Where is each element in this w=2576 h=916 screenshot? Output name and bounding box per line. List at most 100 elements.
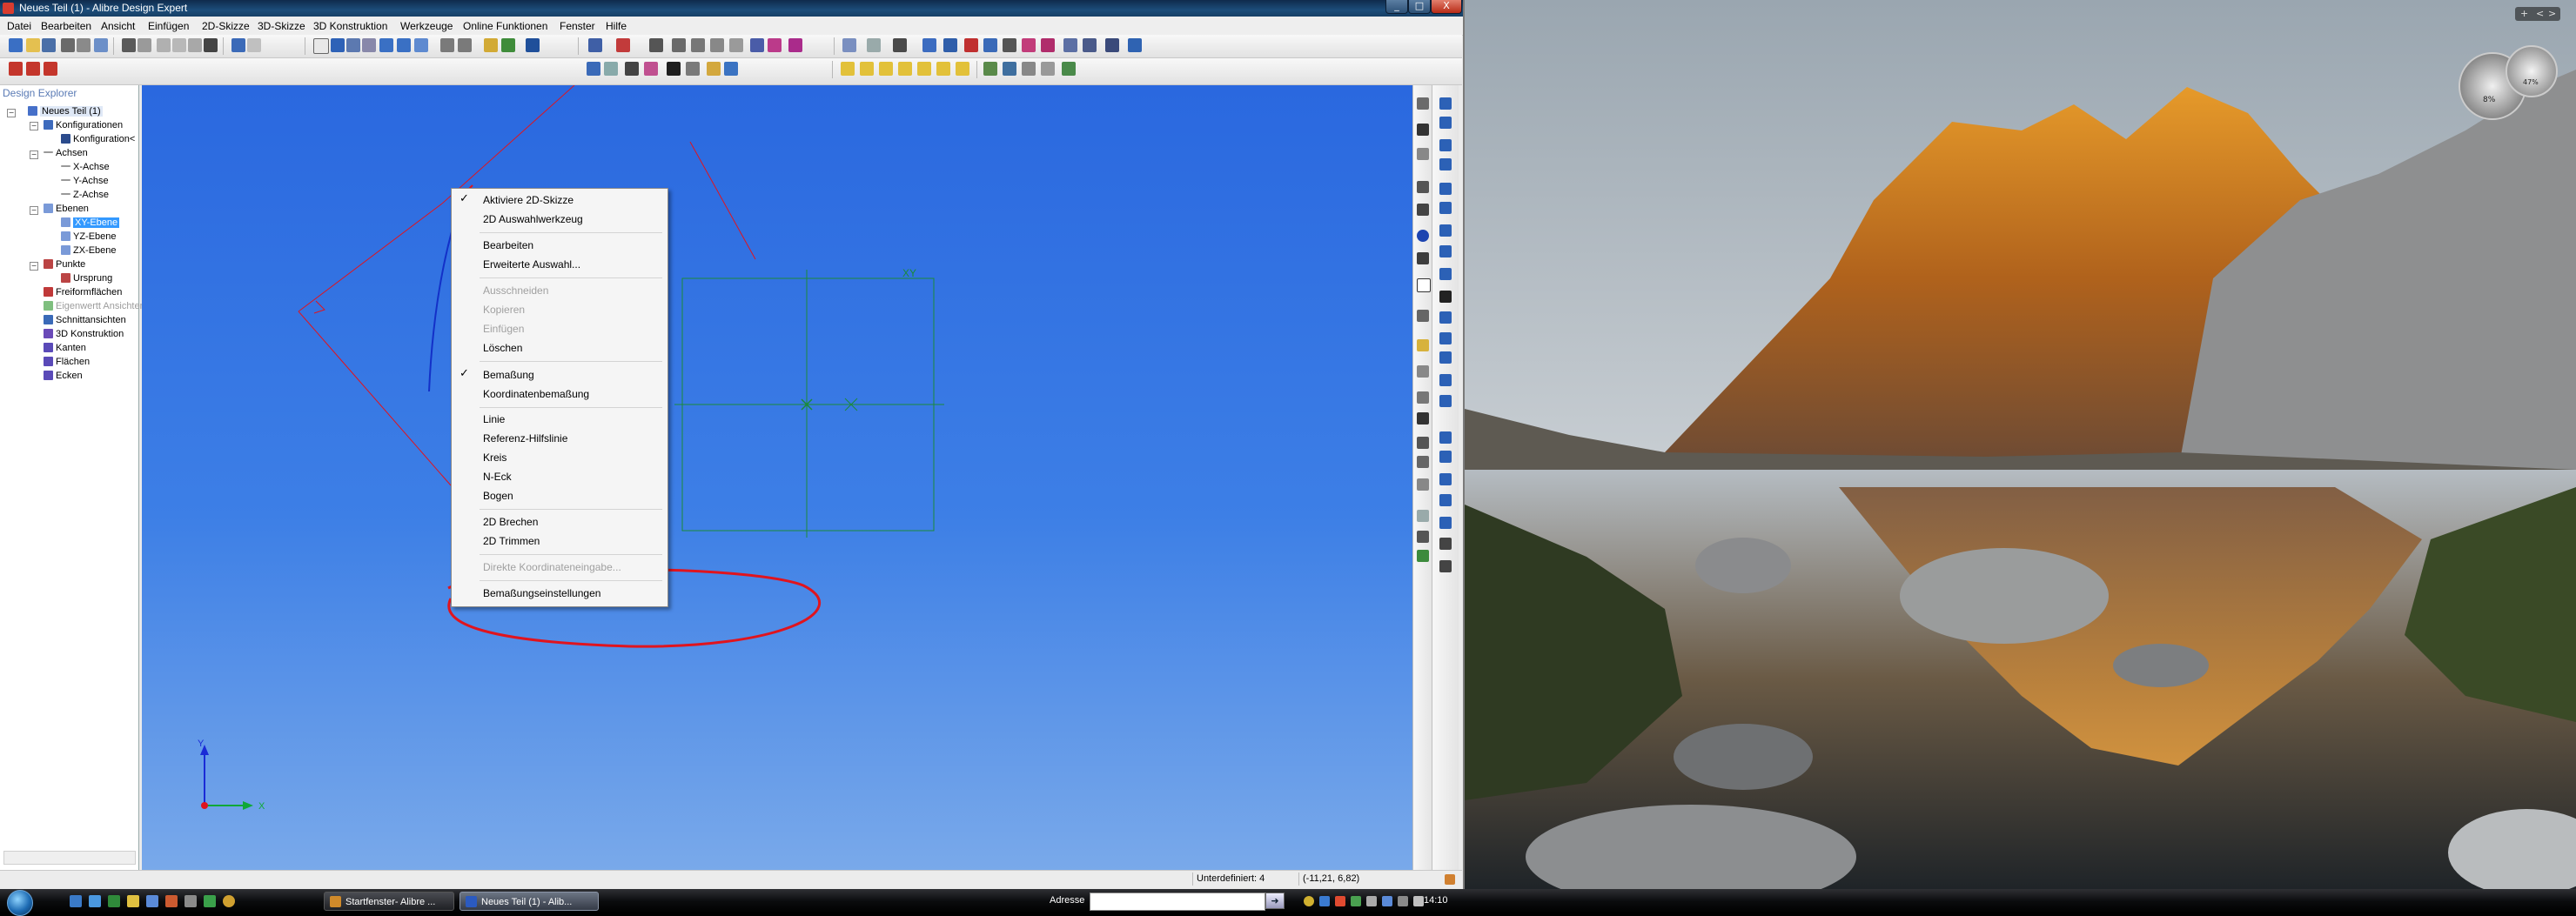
copy-icon[interactable] [172,38,186,52]
part-combine-icon[interactable] [879,62,893,76]
tree-node-views[interactable]: Eigenwertt Ansichten [44,300,145,312]
draft-icon[interactable] [1439,374,1452,386]
quicklaunch-app-icon[interactable] [184,895,197,907]
loft-boss-icon[interactable] [1439,158,1452,170]
tray-power-icon[interactable] [1398,896,1408,906]
menu-item-2d-select-tool[interactable]: 2D Auswahlwerkzeug [483,211,583,227]
tree-node-z-axis[interactable]: Z-Achse [61,189,109,201]
sketch-point-icon[interactable] [1417,124,1429,136]
part-copy-icon[interactable] [936,62,950,76]
menu-item-dimension-settings[interactable]: Bemaßungseinstellungen [483,585,600,601]
plane-icon[interactable] [1439,451,1452,463]
tree-node-x-axis[interactable]: X-Achse [61,161,110,173]
measure-distance-icon[interactable] [983,62,997,76]
menu-item-direct-coordinate-input[interactable]: Direkte Koordinateneingabe... [483,559,621,575]
sketch-chamfer-icon[interactable] [768,38,782,52]
taskbar-button-start-window[interactable]: Startfenster- Alibre ... [324,892,454,911]
quicklaunch-app-icon[interactable] [165,895,178,907]
collapse-toggle[interactable]: − [30,150,38,159]
sketch-copy-icon[interactable] [672,38,686,52]
sketch-arc-icon[interactable] [1417,252,1429,264]
tree-node-planes[interactable]: Ebenen [44,203,89,215]
menu-item-line[interactable]: Linie [483,411,505,427]
sketch-extend-icon[interactable] [686,62,700,76]
menu-item-polygon[interactable]: N-Eck [483,469,512,485]
quicklaunch-app-icon[interactable] [204,895,216,907]
close-button[interactable]: X [1431,0,1462,14]
export-icon[interactable] [26,62,40,76]
feature-cut-icon[interactable] [964,38,978,52]
part-scale-icon[interactable] [898,62,912,76]
menu-datei[interactable]: Datei [7,20,31,32]
open-folder-icon[interactable] [26,38,40,52]
sketch-delete-icon[interactable] [1417,412,1429,425]
previous-gadget-button[interactable]: < [2536,7,2544,21]
feature-loft-icon[interactable] [1003,38,1016,52]
view-box-icon[interactable] [867,38,881,52]
shell-icon[interactable] [1439,351,1452,364]
tree-node-part[interactable]: Neues Teil (1) [28,105,103,117]
sketch-polyline-icon[interactable] [1417,204,1429,216]
revolve-cut-icon[interactable] [1439,202,1452,214]
menu-item-delete[interactable]: Löschen [483,340,522,356]
feature-shell-icon[interactable] [1063,38,1077,52]
sketch-tool-icon[interactable] [484,38,498,52]
resize-grip-icon[interactable] [1445,874,1455,885]
select-filter-icon[interactable] [331,38,345,52]
switch-windows-icon[interactable] [146,895,158,907]
feature-revolve-icon[interactable] [943,38,957,52]
tray-app-icon[interactable] [1351,896,1361,906]
axis-icon[interactable] [1439,473,1452,485]
maximize-button[interactable]: □ [1408,0,1431,14]
view-front-icon[interactable] [842,38,856,52]
feature-sweep-icon[interactable] [983,38,997,52]
sketch-select-icon[interactable] [588,38,602,52]
tree-node-xy-plane[interactable]: XY-Ebene [61,217,120,229]
sweep-boss-icon[interactable] [1439,139,1452,151]
tree-node-faces[interactable]: Flächen [44,356,90,368]
mass-properties-icon[interactable] [1022,62,1036,76]
measure-angle-icon[interactable] [1003,62,1016,76]
email-icon[interactable] [94,38,108,52]
rotate-view-icon[interactable] [362,38,376,52]
zoom-area-icon[interactable] [346,38,360,52]
taskbar-clock[interactable]: 14:10 [1424,895,1448,906]
part-split-icon[interactable] [860,62,874,76]
menu-fenster[interactable]: Fenster [560,20,595,32]
address-input[interactable] [1090,893,1265,911]
thread-icon[interactable] [1439,291,1452,303]
print-icon[interactable] [61,38,75,52]
sketch-spline-icon[interactable] [1417,339,1429,351]
sketch-fillet-icon[interactable] [1417,437,1429,449]
feature-extrude-icon[interactable] [922,38,936,52]
loft-cut-icon[interactable] [1439,245,1452,257]
sketch-spline-icon[interactable] [644,62,658,76]
feature-fillet-icon[interactable] [1041,38,1055,52]
help-icon[interactable] [526,38,540,52]
sketch-rectangle-icon[interactable] [1417,278,1431,292]
zoom-fit-icon[interactable] [414,38,428,52]
address-go-button[interactable]: ➜ [1265,893,1285,909]
tray-app-icon[interactable] [1304,896,1314,906]
tree-node-axes[interactable]: Achsen [44,147,88,159]
sketch-point-icon[interactable] [724,62,738,76]
sketch-select-icon[interactable] [1417,97,1429,110]
chamfer-icon[interactable] [1439,332,1452,344]
sketch-line-icon[interactable] [1417,181,1429,193]
menu-item-copy[interactable]: Kopieren [483,302,525,318]
render-icon[interactable] [1062,62,1076,76]
menu-item-activate-2d-sketch[interactable]: Aktiviere 2D-Skizze [483,192,574,208]
menu-einfuegen[interactable]: Einfügen [148,20,189,32]
sweep-cut-icon[interactable] [1439,224,1452,237]
new-document-icon[interactable] [9,38,23,52]
title-bar[interactable]: Neues Teil (1) - Alibre Design Expert _ … [0,0,1463,17]
taskbar-button-part-window[interactable]: Neues Teil (1) - Alib... [460,892,599,911]
feature-pattern-icon[interactable] [1083,38,1097,52]
dimension-icon[interactable] [649,38,663,52]
pattern-icon[interactable] [1439,395,1452,407]
sketch-chamfer-icon[interactable] [1417,456,1429,468]
menu-hilfe[interactable]: Hilfe [606,20,627,32]
quicklaunch-app-icon[interactable] [223,895,235,907]
pan-right-icon[interactable] [458,38,472,52]
properties-icon[interactable] [138,38,151,52]
